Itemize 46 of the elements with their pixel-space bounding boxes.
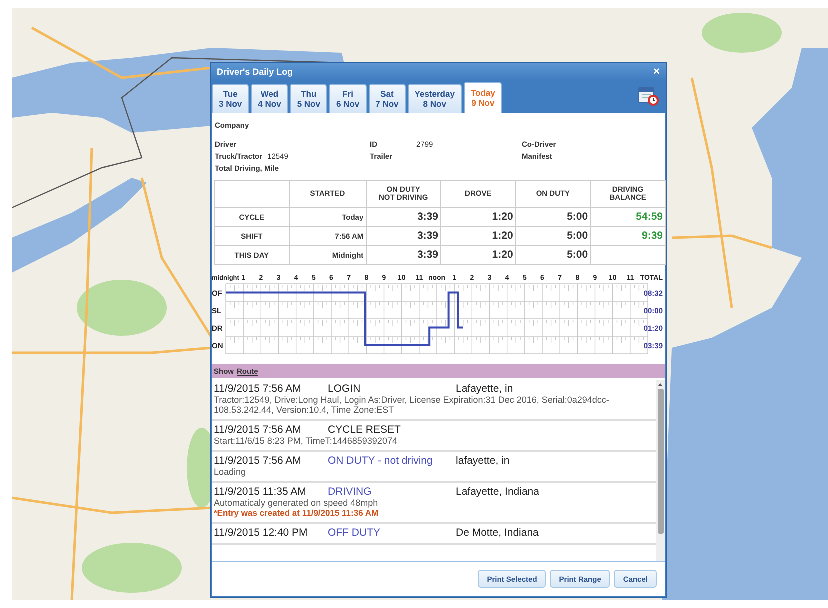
scrollbar-thumb[interactable] <box>658 389 664 534</box>
entry-location: De Motte, Indiana <box>456 527 540 539</box>
table-cell: 3:39 <box>366 226 441 246</box>
entry-event: LOGIN <box>328 383 362 395</box>
log-entry[interactable]: 11/9/2015 12:40 PM OFF DUTY De Motte, Indiana <box>212 524 656 545</box>
entry-location: lafayette, in <box>456 455 511 467</box>
entry-event: CYCLE RESET <box>328 424 402 436</box>
day-tab[interactable]: Thu 5 Nov <box>290 84 328 113</box>
entry-time: 11/9/2015 7:56 AM <box>214 455 302 467</box>
day-tab[interactable]: Yesterday 8 Nov <box>408 84 462 113</box>
entry-location: Lafayette, Indiana <box>456 486 540 498</box>
table-cell: 9:39 <box>590 226 666 246</box>
table-cell: 1:20 <box>440 208 516 226</box>
entry-note: *Entry was created at 11/9/2015 11:36 AM <box>214 508 380 518</box>
day-tab[interactable]: Sat 7 Nov <box>368 84 406 113</box>
table-cell: 3:39 <box>366 208 441 226</box>
close-button[interactable]: × <box>654 66 660 78</box>
entry-event: ON DUTY - not driving <box>328 455 434 467</box>
table-cell: 5:00 <box>516 208 591 226</box>
day-tab[interactable]: Tue 3 Nov <box>212 84 250 113</box>
log-entry[interactable]: 11/9/2015 7:56 AM CYCLE RESET Start:11/6/15 8:23 PM, TimeT:1446859392074 <box>212 421 656 452</box>
entry-time: 11/9/2015 7:56 AM <box>214 424 302 436</box>
entry-location: Lafayette, in <box>456 383 514 395</box>
log-entry[interactable]: 11/9/2015 11:35 AM DRIVING Lafayette, Indiana Automaticaly generated on speed 48mph *Entry was created at 11/9/2015 11:36 AM <box>212 483 656 524</box>
entry-event: OFF DUTY <box>328 527 382 539</box>
log-entry[interactable]: 11/9/2015 7:56 AM ON DUTY - not driving lafayette, in Loading <box>212 452 656 483</box>
entry-time: 11/9/2015 11:35 AM <box>214 486 308 498</box>
entry-details: Tractor:12549, Drive:Long Haul, Login As:Driver, License Expiration:31 Dec 2016, Serial:0a294dcc-108.53.242.44, Version:10.4, Time Zone:EST <box>214 395 610 415</box>
entry-time: 11/9/2015 7:56 AM <box>214 383 302 395</box>
table-cell: 3:39 <box>366 246 441 264</box>
entry-event: DRIVING <box>328 486 373 498</box>
day-tab[interactable]: Wed 4 Nov <box>251 84 288 113</box>
day-tab[interactable]: Fri 6 Nov <box>329 84 367 113</box>
log-entry[interactable]: 11/9/2015 7:56 AM LOGIN Lafayette, in Tractor:12549, Drive:Long Haul, Login As:Driver, License Expiration:31 Dec 2016, Serial:0a294dcc-108.53.242.44, Version:10.4, Time Zone:EST <box>212 380 656 421</box>
entry-time: 11/9/2015 12:40 PM <box>214 527 309 539</box>
table-cell: 5:00 <box>516 226 591 246</box>
table-cell: 1:20 <box>440 226 516 246</box>
table-cell: 5:00 <box>516 246 591 264</box>
table-cell: 54:59 <box>590 208 666 226</box>
entry-details: Automaticaly generated on speed 48mph <box>214 498 380 508</box>
scrollbar[interactable] <box>656 380 665 561</box>
entry-details: Start:11/6/15 8:23 PM, TimeT:1446859392074 <box>214 436 398 446</box>
window-title: Driver's Daily Log <box>217 67 294 77</box>
calendar-clock-icon <box>638 85 660 107</box>
table-cell: 1:20 <box>440 246 516 264</box>
entry-details: Loading <box>214 467 248 477</box>
